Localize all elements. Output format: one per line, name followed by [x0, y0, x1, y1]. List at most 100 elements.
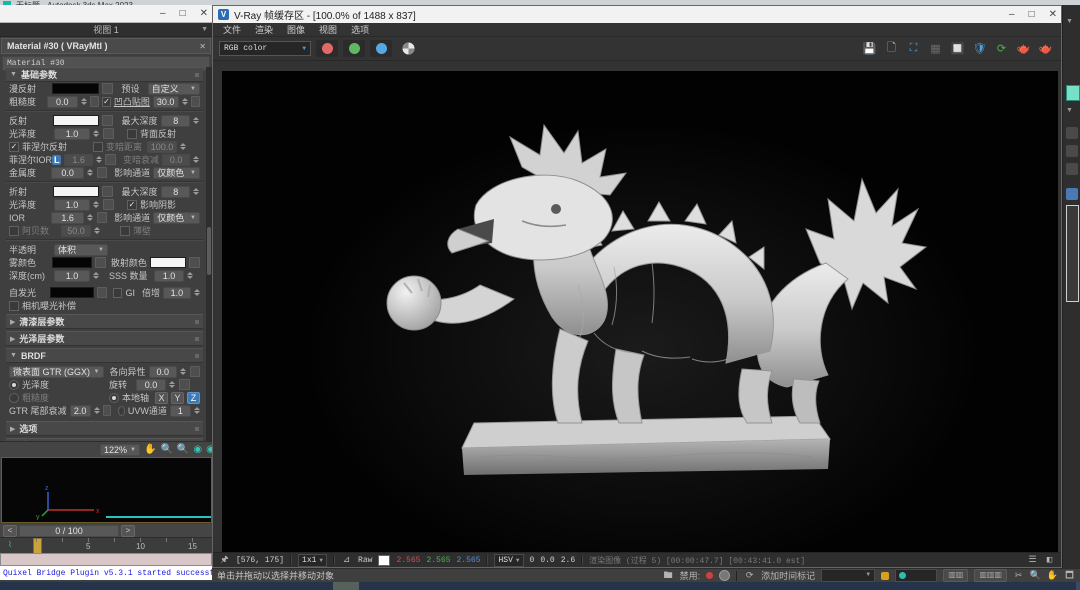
close-icon[interactable]: ✕	[199, 42, 206, 51]
zoom-level-dropdown[interactable]: 122%▼	[100, 444, 140, 456]
menu-file[interactable]: 文件	[223, 23, 241, 36]
spinner[interactable]	[182, 96, 188, 107]
gi-checkbox[interactable]	[113, 288, 122, 298]
render-teapot-icon[interactable]: 🫖	[1016, 41, 1031, 56]
color-swatch-teal[interactable]	[1066, 85, 1080, 101]
time-slider[interactable]	[33, 538, 42, 554]
diffuse-map-button[interactable]	[102, 83, 113, 94]
spinner[interactable]	[94, 405, 100, 416]
gtr-map-button[interactable]	[103, 405, 111, 416]
fog-color-swatch[interactable]	[52, 257, 92, 268]
spinner[interactable]	[193, 186, 200, 197]
alpha-channel-button[interactable]	[397, 40, 419, 57]
render-canvas[interactable]	[222, 71, 1058, 554]
render-preview-icon[interactable]: ◉	[193, 443, 202, 456]
rollout-coat[interactable]: ▶ 清漆层参数	[6, 314, 203, 329]
scatter-color-swatch[interactable]	[150, 257, 186, 268]
metalness-field[interactable]: 0.0	[51, 167, 85, 179]
record-dot-icon[interactable]	[706, 572, 713, 579]
abbe-checkbox[interactable]	[9, 226, 19, 236]
spinner[interactable]	[194, 287, 200, 298]
hsv-dropdown[interactable]: HSV▼	[494, 554, 523, 567]
panel-button-active[interactable]	[1066, 188, 1078, 200]
uvw-channel-radio[interactable]	[118, 406, 125, 416]
refract-map-button[interactable]	[102, 186, 113, 197]
taskbar-active-app[interactable]	[333, 582, 359, 590]
selfillum-map-button[interactable]	[97, 287, 107, 298]
channel-dropdown[interactable]: RGB color▼	[219, 41, 311, 56]
axis-y-button[interactable]: Y	[171, 392, 184, 404]
refract-color-swatch[interactable]	[53, 186, 99, 197]
region-render-icon[interactable]: ⛶	[906, 41, 921, 56]
maximize-button[interactable]: □	[1029, 9, 1035, 20]
spinner[interactable]	[93, 199, 100, 210]
multiplier-field[interactable]: 1.0	[163, 287, 191, 299]
fresnel-checkbox[interactable]: ✓	[9, 142, 19, 152]
spinner[interactable]	[93, 270, 100, 281]
material-header[interactable]: Material #30 ( VRayMtl ) ✕	[1, 38, 211, 54]
selfillum-color-swatch[interactable]	[50, 287, 94, 298]
affect-channels-dropdown[interactable]: 仅颜色▼	[153, 167, 200, 179]
zoom-magnifier-icon[interactable]: 🔍	[160, 443, 172, 456]
save-image-icon[interactable]: 💾	[862, 41, 877, 56]
scatter-map-button[interactable]	[189, 257, 200, 268]
anisotropy-map-button[interactable]	[190, 366, 200, 377]
reflect-map-button[interactable]	[102, 115, 113, 126]
pan-icon[interactable]: ✋	[1047, 570, 1058, 581]
panel-list-box[interactable]	[1066, 205, 1079, 302]
panel-button[interactable]	[1066, 163, 1078, 175]
blue-channel-button[interactable]	[370, 40, 392, 57]
update-refresh-icon[interactable]: ⟳	[994, 41, 1009, 56]
status-button[interactable]: ▥▥	[943, 569, 968, 582]
spinner[interactable]	[193, 115, 200, 126]
bump-map-button[interactable]	[191, 96, 201, 107]
axis-z-button[interactable]: Z	[187, 392, 200, 404]
translucency-dropdown[interactable]: 体积▼	[54, 244, 108, 256]
windows-taskbar[interactable]	[0, 582, 1080, 590]
max-depth-field[interactable]: 8	[161, 115, 190, 127]
spinner[interactable]	[87, 212, 93, 223]
sss-field[interactable]: 1.0	[154, 270, 184, 282]
toggle-circle-icon[interactable]	[719, 570, 730, 581]
diffuse-color-swatch[interactable]	[52, 83, 98, 94]
color-corrections-icon[interactable]: ◧	[1044, 555, 1055, 566]
fog-map-button[interactable]	[95, 257, 106, 268]
depth-field[interactable]: 1.0	[54, 270, 90, 282]
time-tag-label[interactable]: 添加时间标记	[761, 569, 815, 582]
panel-button[interactable]	[1066, 127, 1078, 139]
bump-checkbox[interactable]: ✓	[102, 97, 111, 107]
next-frame-button[interactable]: >	[121, 525, 135, 537]
anisotropy-field[interactable]: 0.0	[149, 366, 177, 378]
uvw-channel-field[interactable]: 1	[170, 405, 191, 417]
chevron-down-icon[interactable]: ▼	[201, 26, 208, 33]
menu-options[interactable]: 选项	[351, 23, 369, 36]
rollout-basic-params[interactable]: ▼ 基础参数	[6, 67, 203, 82]
metalness-map-button[interactable]	[97, 167, 107, 178]
menu-view[interactable]: 视图	[319, 23, 337, 36]
snap-toggle-icon[interactable]	[881, 572, 889, 580]
chevron-down-icon[interactable]: ▼	[1066, 18, 1073, 25]
glossiness-field[interactable]: 1.0	[54, 128, 90, 140]
use-roughness-radio[interactable]	[9, 393, 19, 403]
thin-walled-checkbox[interactable]	[120, 226, 130, 236]
rollout-brdf[interactable]: ▼ BRDF	[6, 348, 203, 363]
current-frame-field[interactable]: 0 / 100	[19, 525, 119, 537]
spinner[interactable]	[187, 270, 194, 281]
gtr-tail-field[interactable]: 2.0	[70, 405, 91, 417]
affect-shadows-checkbox[interactable]: ✓	[127, 200, 137, 210]
maximize-viewport-icon[interactable]: 🗖	[1064, 570, 1075, 581]
view-tab[interactable]: 视图 1 ▼	[0, 23, 212, 37]
show-desktop-button[interactable]	[1076, 582, 1080, 590]
roughness-map-button[interactable]	[90, 96, 100, 107]
rotation-map-button[interactable]	[179, 379, 190, 390]
reflect-color-swatch[interactable]	[53, 115, 99, 126]
minimize-button[interactable]: –	[160, 8, 166, 19]
preset-dropdown[interactable]: 自定义▼	[148, 83, 200, 95]
stats-panel-icon[interactable]: ☰	[1027, 555, 1038, 566]
camera-exposure-checkbox[interactable]	[9, 301, 19, 311]
spinner[interactable]	[87, 167, 93, 178]
minimize-button[interactable]: –	[1009, 9, 1015, 20]
status-button[interactable]: ▥▥▥	[974, 569, 1007, 582]
rotation-field[interactable]: 0.0	[136, 379, 166, 391]
pixel-size-dropdown[interactable]: 1x1▼	[298, 554, 327, 567]
